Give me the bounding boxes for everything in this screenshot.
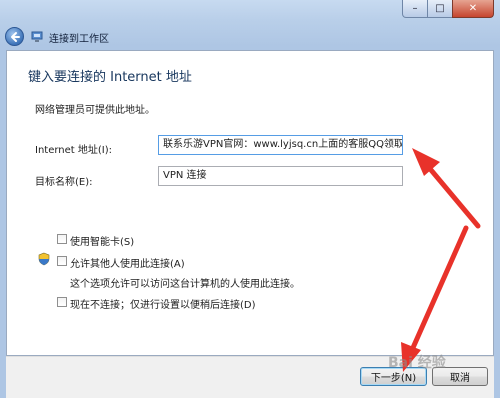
back-arrow-icon [11, 32, 20, 42]
page-heading: 键入要连接的 Internet 地址 [28, 70, 192, 85]
uac-shield-icon [38, 252, 50, 266]
internet-address-label: Internet 地址(I): [35, 145, 113, 156]
minimize-button[interactable]: – [402, 0, 428, 18]
smart-card-checkbox[interactable] [57, 234, 67, 244]
allow-others-label[interactable]: 允许其他人使用此连接(A) [70, 255, 185, 270]
dont-connect-label[interactable]: 现在不连接；仅进行设置以便稍后连接(D) [70, 296, 256, 311]
maximize-button[interactable]: □ [427, 0, 453, 18]
network-workplace-icon [31, 31, 43, 42]
allow-others-checkbox[interactable] [57, 256, 67, 266]
info-text: 网络管理员可提供此地址。 [35, 105, 155, 116]
internet-address-input[interactable]: 联系乐游VPN官网：www.lyjsq.cn上面的客服QQ领取 [158, 135, 403, 155]
smart-card-label[interactable]: 使用智能卡(S) [70, 233, 134, 248]
back-button[interactable] [5, 27, 24, 46]
destination-name-value: VPN 连接 [163, 170, 207, 181]
window-title: 连接到工作区 [49, 34, 109, 45]
allow-others-note: 这个选项允许可以访问这台计算机的人使用此连接。 [70, 279, 300, 290]
watermark: Bai 经验 [388, 355, 446, 371]
destination-name-label: 目标名称(E): [35, 177, 93, 188]
destination-name-input[interactable]: VPN 连接 [158, 166, 403, 186]
dont-connect-checkbox[interactable] [57, 297, 67, 307]
close-button[interactable]: ✕ [452, 0, 494, 18]
internet-address-value: 联系乐游VPN官网：www.lyjsq.cn上面的客服QQ领取 [163, 139, 403, 150]
window-controls: – □ ✕ [402, 0, 494, 18]
